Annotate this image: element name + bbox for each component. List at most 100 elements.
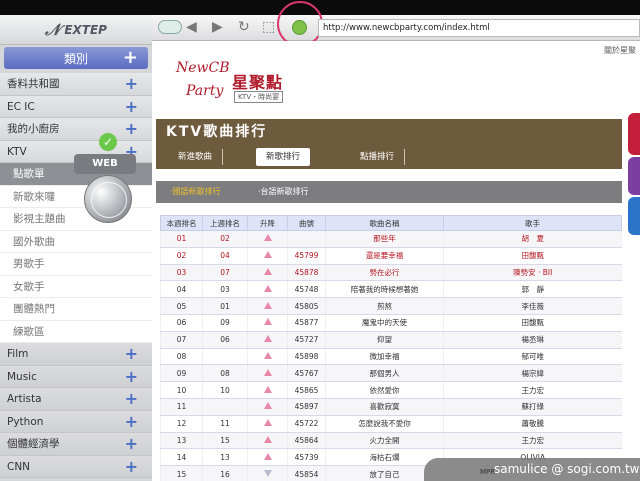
- category-header[interactable]: 類別 +: [4, 47, 148, 69]
- song-cell[interactable]: 微加幸福: [325, 348, 444, 366]
- link-icon[interactable]: [158, 20, 182, 34]
- expand-plus-icon[interactable]: +: [125, 388, 138, 410]
- sidebar-item-label: Python: [7, 415, 44, 428]
- sidebar-item[interactable]: CNN +: [0, 455, 152, 478]
- expand-plus-icon[interactable]: +: [125, 411, 138, 433]
- song-cell[interactable]: 火力全開: [325, 432, 444, 450]
- right-tab-purple[interactable]: [628, 157, 640, 195]
- expand-plus-icon[interactable]: +: [125, 366, 138, 388]
- sub-tab-taiwanese[interactable]: ‧台語新歌排行: [258, 187, 309, 197]
- expand-plus-icon[interactable]: +: [125, 456, 138, 478]
- code-cell: 45767: [287, 364, 326, 383]
- crop-icon[interactable]: ⬚: [262, 19, 275, 35]
- sidebar-item-label: 個體經濟學: [7, 438, 60, 450]
- about-link[interactable]: 關於星聚: [604, 45, 636, 56]
- table-row[interactable]: 08 45898 微加幸福 郁可唯: [160, 348, 622, 366]
- back-icon[interactable]: ◀: [186, 19, 197, 35]
- sidebar-item[interactable]: EC IC +: [0, 95, 152, 118]
- col-header: 歌曲名稱: [325, 215, 444, 231]
- expand-plus-icon[interactable]: +: [125, 73, 138, 95]
- tab-new-songs[interactable]: 新進歌曲: [168, 149, 224, 165]
- song-cell[interactable]: 煎熬: [325, 297, 444, 315]
- table-row[interactable]: 06 09 45877 魔鬼中的天使 田馥甄: [160, 314, 622, 332]
- code-cell: 45897: [287, 398, 326, 416]
- song-cell[interactable]: 勢在必行: [325, 264, 444, 282]
- sidebar-item[interactable]: 練歌區: [0, 320, 152, 343]
- expand-plus-icon[interactable]: +: [125, 433, 138, 455]
- table-row[interactable]: 07 06 45727 仰望 楊丞琳: [160, 331, 622, 349]
- logo-sub: KTV・時尚宴: [234, 91, 284, 103]
- sidebar-item[interactable]: 國外歌曲: [0, 230, 152, 253]
- expand-plus-icon[interactable]: +: [125, 96, 138, 118]
- table-row[interactable]: 11 45897 喜歡寂寞 蘇打綠: [160, 398, 622, 416]
- sidebar-item-label: CNN: [7, 460, 31, 473]
- forward-icon[interactable]: ▶: [212, 19, 223, 35]
- sidebar-item-label: EC IC: [7, 100, 35, 113]
- tab-request-ranking[interactable]: 點播排行: [350, 149, 406, 165]
- song-cell[interactable]: 仰望: [325, 331, 444, 349]
- code-cell: 45854: [287, 465, 326, 481]
- sidebar-item[interactable]: 我的小廚房 +: [0, 118, 152, 141]
- expand-plus-icon[interactable]: +: [125, 343, 138, 365]
- arrow-up-icon: [263, 301, 272, 309]
- url-field[interactable]: http://www.newcbparty.com/index.html: [318, 19, 640, 37]
- singer-cell: 胡 夏: [443, 230, 622, 248]
- sidebar-item[interactable]: Artista +: [0, 388, 152, 411]
- song-cell[interactable]: 魔鬼中的天使: [325, 314, 444, 332]
- table-row[interactable]: 04 03 45748 陪著我的時候想著她郭 靜: [160, 280, 622, 299]
- site-logo[interactable]: NewCB Party 星聚點 KTV・時尚宴: [176, 61, 316, 109]
- song-cell[interactable]: 那個男人: [325, 364, 444, 383]
- table-row[interactable]: 09 08 45767 那個男人 楊宗緯: [160, 364, 622, 383]
- trend-cell: [247, 432, 288, 450]
- sidebar-item[interactable]: 個體經濟學 +: [0, 433, 152, 456]
- sub-tab-mandarin[interactable]: ‧國語新歌排行: [170, 187, 221, 197]
- sidebar-item-label: Artista: [7, 393, 42, 405]
- song-cell[interactable]: 喜歡寂寞: [325, 398, 444, 416]
- table-row[interactable]: 02 04 45799 還是要幸福 田馥甄: [160, 247, 622, 265]
- right-tab-blue[interactable]: [628, 197, 640, 235]
- trend-cell: [247, 348, 288, 366]
- table-row[interactable]: 05 01 45805 煎熬 李佳薇: [160, 297, 622, 315]
- sidebar-item[interactable]: 男歌手: [0, 253, 152, 276]
- col-header: 曲號: [287, 215, 326, 231]
- rank-cell: 11: [160, 398, 203, 416]
- reload-icon[interactable]: ↻: [238, 19, 250, 35]
- song-cell[interactable]: 依然愛你: [325, 381, 444, 399]
- rank-cell: 04: [160, 280, 203, 299]
- last-cell: 08: [202, 364, 248, 383]
- song-cell[interactable]: 怎麼說我不愛你: [325, 415, 444, 433]
- table-row[interactable]: 13 15 45864 火力全開 王力宏: [160, 432, 622, 450]
- last-cell: 11: [202, 415, 248, 433]
- arrow-up-icon: [263, 251, 272, 259]
- song-cell[interactable]: 還是要幸福: [325, 247, 444, 265]
- expand-plus-icon[interactable]: +: [125, 118, 138, 140]
- song-cell[interactable]: 陪著我的時候想著她: [325, 280, 444, 299]
- add-icon[interactable]: +: [123, 47, 138, 69]
- sidebar-item[interactable]: Music +: [0, 365, 152, 388]
- code-cell: 45877: [287, 314, 326, 332]
- sidebar-item-label: 團體熱門: [13, 303, 55, 315]
- col-header: 升降: [247, 215, 288, 231]
- right-tab-red[interactable]: [628, 113, 640, 155]
- sidebar-item[interactable]: 影視主題曲: [0, 208, 152, 231]
- col-header: 上週排名: [202, 215, 248, 231]
- arrow-up-icon: [263, 385, 272, 393]
- sidebar-item[interactable]: 女歌手: [0, 275, 152, 298]
- table-row[interactable]: 12 11 45722 怎麼說我不愛你 蕭敬騰: [160, 415, 622, 433]
- code-cell: 45898: [287, 348, 326, 366]
- sidebar-item[interactable]: Python +: [0, 410, 152, 433]
- last-cell: 13: [202, 448, 248, 467]
- sidebar-item[interactable]: 團體熱門: [0, 298, 152, 321]
- trend-cell: [247, 448, 288, 467]
- table-row[interactable]: 01 02 那些年胡 夏: [160, 230, 622, 248]
- song-cell[interactable]: 那些年: [325, 230, 444, 248]
- code-cell: 45805: [287, 297, 326, 315]
- singer-cell: 楊丞琳: [443, 331, 622, 349]
- app-logo: 𝒩 EXTEP: [0, 15, 152, 45]
- singer-cell: 田馥甄: [443, 247, 622, 265]
- sidebar-item[interactable]: 香料共和國 +: [0, 73, 152, 96]
- table-row[interactable]: 10 10 45865 依然愛你 王力宏: [160, 381, 622, 399]
- sidebar-item[interactable]: Film +: [0, 343, 152, 366]
- tab-new-ranking[interactable]: 新歌排行: [256, 148, 311, 166]
- table-row[interactable]: 03 07 45878 勢在必行 陳勢安 · BII: [160, 264, 622, 282]
